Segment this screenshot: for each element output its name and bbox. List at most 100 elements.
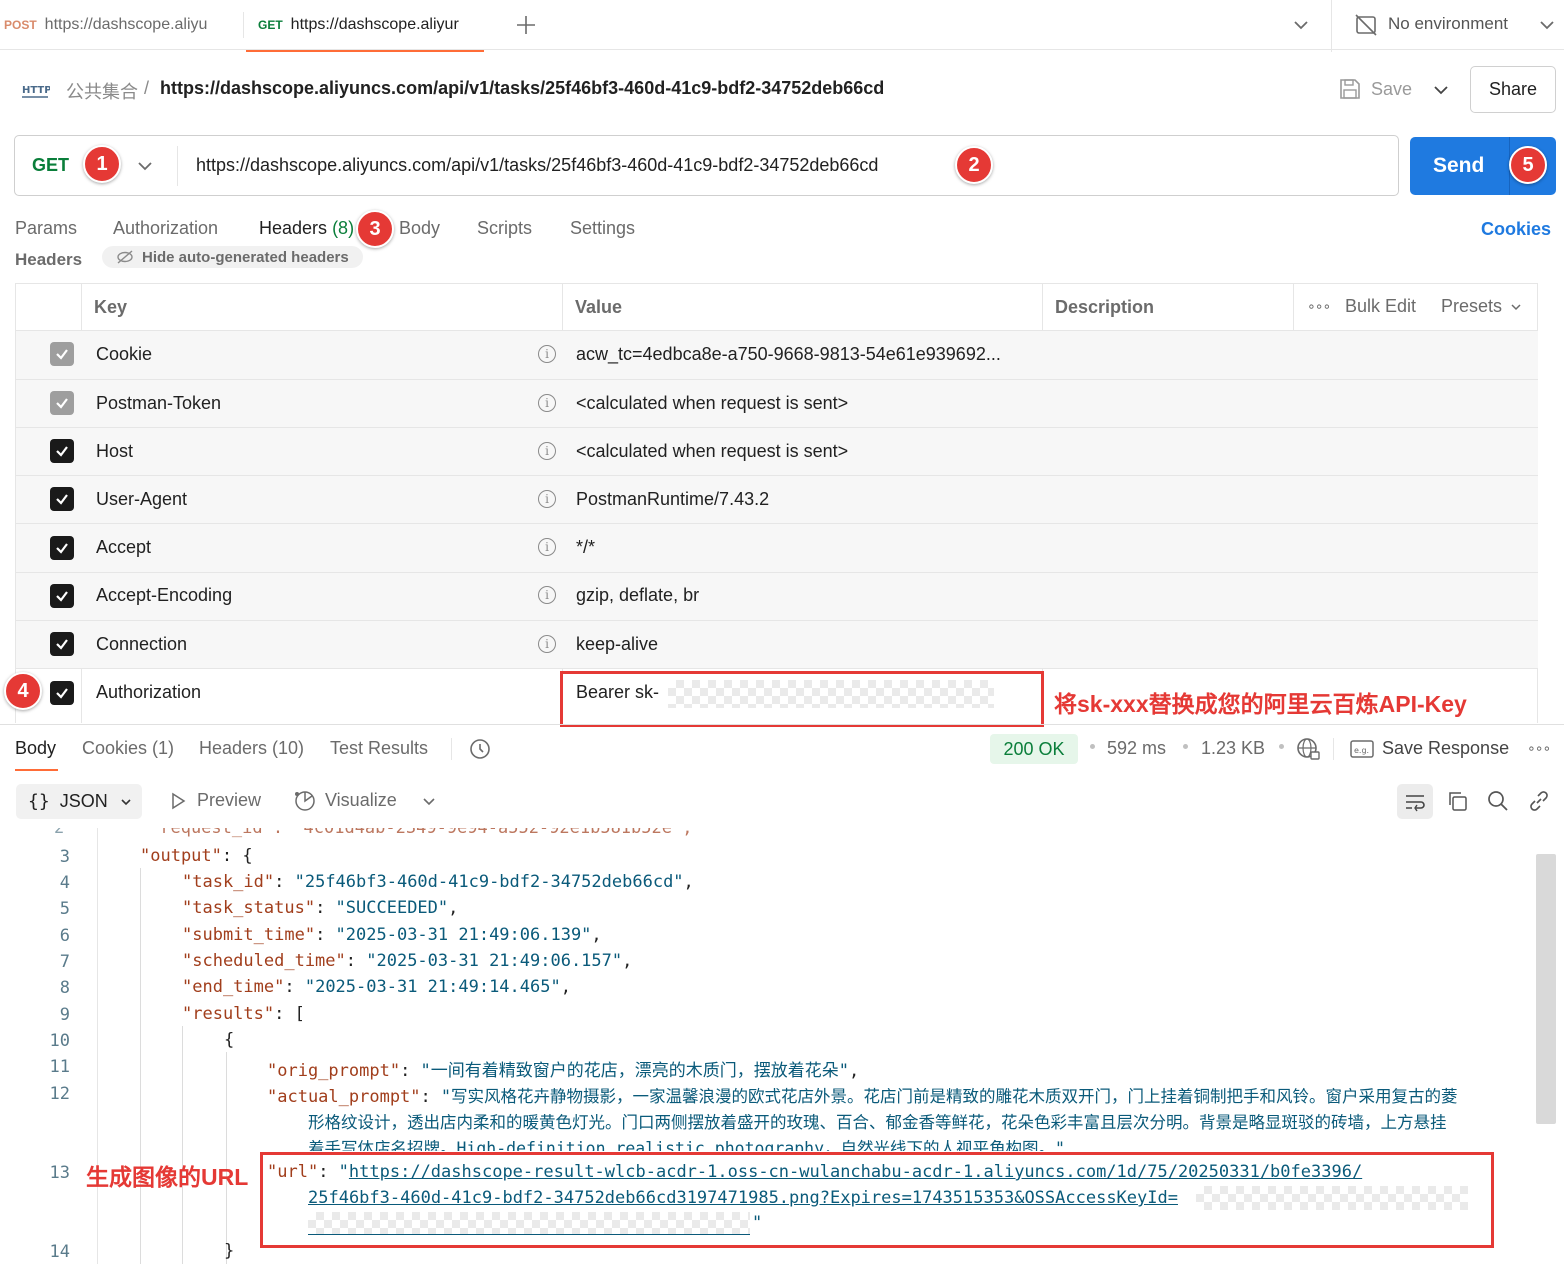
tab-settings[interactable]: Settings bbox=[570, 218, 635, 239]
presets-chevron-icon[interactable] bbox=[1508, 299, 1524, 315]
tab-body[interactable]: Body bbox=[399, 218, 440, 239]
response-tab-headers[interactable]: Headers (10) bbox=[199, 738, 304, 759]
tab-authorization[interactable]: Authorization bbox=[113, 218, 218, 239]
row-checkbox[interactable] bbox=[50, 487, 74, 511]
code-line: "scheduled_time": "2025-03-31 21:49:06.1… bbox=[182, 951, 633, 971]
row-checkbox[interactable] bbox=[50, 391, 74, 415]
url-input[interactable]: https://dashscope.aliyuncs.com/api/v1/ta… bbox=[196, 155, 878, 176]
row-checkbox[interactable] bbox=[50, 584, 74, 608]
breadcrumb-separator: / bbox=[144, 78, 150, 98]
info-icon[interactable]: i bbox=[538, 635, 556, 653]
info-icon[interactable]: i bbox=[538, 490, 556, 508]
wrap-lines-icon[interactable] bbox=[1397, 784, 1433, 819]
header-key: Host bbox=[96, 441, 134, 461]
method-chevron-icon[interactable] bbox=[134, 155, 156, 177]
line-number: 5 bbox=[59, 899, 70, 919]
header-key: Accept bbox=[96, 537, 152, 557]
gutter-divider bbox=[97, 828, 98, 1264]
meta-divider bbox=[1333, 738, 1334, 760]
save-button[interactable]: Save bbox=[1371, 79, 1412, 100]
row-checkbox[interactable] bbox=[50, 342, 74, 366]
tab-headers[interactable]: Headers (8) bbox=[259, 218, 354, 239]
share-button[interactable]: Share bbox=[1470, 66, 1556, 113]
row-checkbox[interactable] bbox=[50, 632, 74, 656]
row-checkbox[interactable] bbox=[50, 439, 74, 463]
info-icon[interactable]: i bbox=[538, 586, 556, 604]
info-icon[interactable]: i bbox=[538, 442, 556, 460]
visualize-button[interactable]: Visualize bbox=[325, 790, 397, 811]
save-options-chevron-icon[interactable] bbox=[1430, 79, 1452, 101]
code-line-wrap: 形格纹设计，透出店内柔和的暖黄色灯光。门口两侧摆放着盛开的玫瑰、百合、郁金香等鲜… bbox=[308, 1113, 1447, 1132]
header-value: keep-alive bbox=[576, 634, 659, 654]
code-line: "end_time": "2025-03-31 21:49:14.465", bbox=[182, 977, 571, 997]
table-row bbox=[16, 476, 1538, 523]
info-icon[interactable]: i bbox=[538, 345, 556, 363]
request-tab-get[interactable]: GET https://dashscope.aliyur bbox=[258, 0, 459, 50]
json-key: "actual_prompt" bbox=[267, 1087, 421, 1107]
code-line: { bbox=[224, 1030, 235, 1050]
step-badge-5: 5 bbox=[1509, 146, 1547, 184]
meta-dot bbox=[1090, 744, 1095, 749]
clipped-line: "request_id": "4c01d4ab-2349-9e94-a552-9… bbox=[150, 828, 693, 838]
request-tab-post[interactable]: POST https://dashscope.aliyu bbox=[4, 0, 207, 50]
code-scrollbar[interactable] bbox=[1536, 854, 1556, 1124]
preview-play-icon[interactable] bbox=[168, 791, 188, 811]
bulk-edit-button[interactable]: Bulk Edit bbox=[1345, 296, 1416, 317]
header-value: gzip, deflate, br bbox=[576, 585, 700, 605]
presets-dropdown[interactable]: Presets bbox=[1441, 296, 1502, 317]
url-highlight-box bbox=[260, 1152, 1494, 1248]
tabs-dropdown-chevron-icon[interactable] bbox=[1290, 14, 1312, 36]
save-icon[interactable] bbox=[1338, 77, 1362, 101]
hide-auto-headers-toggle[interactable]: Hide auto-generated headers bbox=[102, 246, 363, 268]
environment-selector[interactable]: No environment bbox=[1388, 14, 1508, 34]
json-key: "output" bbox=[140, 846, 222, 866]
response-tab-cookies[interactable]: Cookies (1) bbox=[82, 738, 174, 759]
link-icon[interactable] bbox=[1527, 789, 1551, 813]
info-icon[interactable]: i bbox=[538, 538, 556, 556]
status-badge[interactable]: 200 OK bbox=[990, 734, 1078, 764]
breadcrumb-collection[interactable]: 公共集合 bbox=[66, 78, 138, 104]
search-icon[interactable] bbox=[1486, 789, 1510, 813]
response-tab-body[interactable]: Body bbox=[15, 738, 56, 759]
preview-button[interactable]: Preview bbox=[197, 790, 261, 811]
json-key: "submit_time" bbox=[182, 925, 316, 945]
visualize-chevron-icon[interactable] bbox=[420, 792, 438, 810]
json-key: "results" bbox=[182, 1004, 275, 1024]
code-line: "task_status": "SUCCEEDED", bbox=[182, 898, 459, 918]
cookies-link[interactable]: Cookies bbox=[1481, 219, 1551, 240]
save-response-button[interactable]: Save Response bbox=[1382, 738, 1509, 759]
row-checkbox[interactable] bbox=[50, 681, 74, 705]
response-time[interactable]: 592 ms bbox=[1107, 738, 1166, 759]
header-value: */* bbox=[576, 537, 596, 557]
row-divider bbox=[15, 668, 1538, 669]
response-more-icon[interactable]: ∘∘∘ bbox=[1527, 740, 1551, 757]
copy-icon[interactable] bbox=[1446, 790, 1468, 812]
row-checkbox[interactable] bbox=[50, 536, 74, 560]
method-select[interactable]: GET bbox=[32, 155, 69, 176]
header-key: User-Agent bbox=[96, 489, 188, 509]
info-icon[interactable]: i bbox=[538, 394, 556, 412]
meta-dot bbox=[1183, 744, 1188, 749]
tab-scripts[interactable]: Scripts bbox=[477, 218, 532, 239]
header-value: <calculated when request is sent> bbox=[576, 441, 849, 461]
more-options-icon[interactable]: ∘∘∘ bbox=[1307, 298, 1331, 315]
line-number: 9 bbox=[59, 1005, 70, 1025]
network-globe-icon[interactable] bbox=[1295, 736, 1321, 762]
format-select[interactable]: {} JSON bbox=[16, 784, 142, 819]
json-value: "2025-03-31 21:49:14.465" bbox=[304, 977, 561, 997]
json-value: "写实风格花卉静物摄影，一家温馨浪漫的欧式花店外景。花店门前是精致的雕花木质双开… bbox=[441, 1087, 1458, 1106]
environment-chevron-icon[interactable] bbox=[1536, 14, 1558, 36]
clipped-line-number: 2 bbox=[54, 828, 65, 838]
hide-auto-headers-label: Hide auto-generated headers bbox=[142, 248, 349, 266]
response-tab-test-results[interactable]: Test Results bbox=[330, 738, 428, 759]
response-size[interactable]: 1.23 KB bbox=[1201, 738, 1265, 759]
new-tab-plus-icon[interactable] bbox=[513, 10, 539, 40]
code-line: "task_id": "25f46bf3-460d-41c9-bdf2-3475… bbox=[182, 872, 694, 892]
tab-params[interactable]: Params bbox=[15, 218, 77, 239]
eye-off-icon bbox=[117, 250, 133, 264]
visualize-icon[interactable] bbox=[292, 788, 318, 814]
json-key: "scheduled_time" bbox=[182, 951, 346, 971]
header-value: PostmanRuntime/7.43.2 bbox=[576, 489, 770, 509]
save-response-icon[interactable]: e.g. bbox=[1350, 739, 1374, 759]
history-icon[interactable] bbox=[467, 736, 493, 762]
